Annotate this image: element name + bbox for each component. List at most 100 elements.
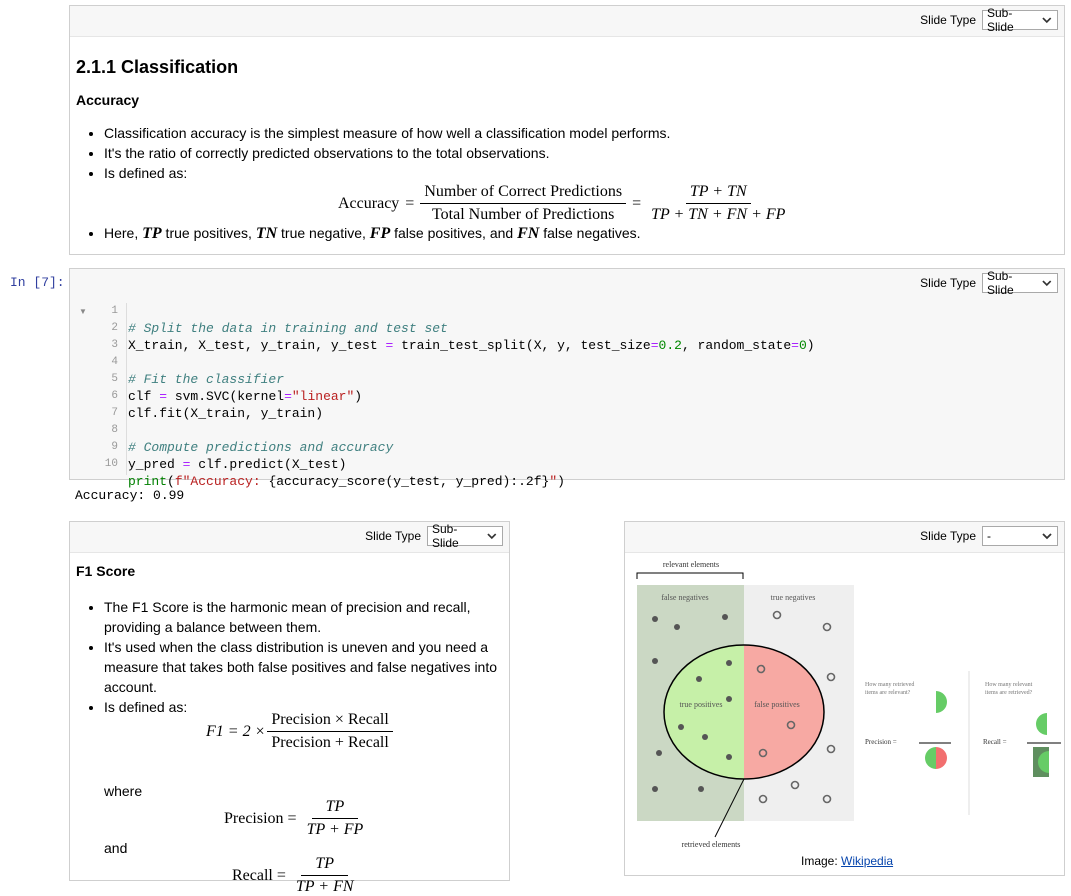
chevron-down-icon	[1042, 280, 1052, 287]
precision-label: Precision =	[865, 738, 897, 746]
chevron-down-icon	[1042, 533, 1052, 540]
slide-type-value: Sub-Slide	[432, 522, 459, 550]
list-item: It's the ratio of correctly predicted ob…	[104, 143, 670, 163]
chevron-down-icon	[487, 533, 497, 540]
line-number: 7	[111, 407, 118, 419]
precision-top-half	[936, 691, 947, 713]
image-caption: Image: Wikipedia	[801, 854, 893, 868]
fraction-denominator: Total Number of Predictions	[431, 206, 615, 223]
comment: # Compute predictions and accuracy	[128, 440, 394, 455]
code-line: # Split the data in training and test se…	[128, 320, 815, 337]
wikipedia-link[interactable]: Wikipedia	[841, 854, 893, 868]
slide-type-select[interactable]: -	[982, 526, 1058, 546]
false-negatives-label: false negatives	[661, 593, 708, 602]
recall-question-line1: How many relevant	[985, 682, 1033, 688]
slide-type-bar: Slide Type Sub-Slide	[365, 522, 503, 550]
text: Here,	[104, 225, 143, 241]
accuracy-formula: Accuracy = Number of Correct Predictions…	[338, 183, 789, 224]
precision-fraction: TP TP + FP	[303, 798, 368, 839]
text: false negatives.	[539, 225, 641, 241]
markdown-cell-f1[interactable]: Slide Type Sub-Slide F1 Score The F1 Sco…	[69, 521, 510, 895]
code-line: print(f"Accuracy: {accuracy_score(y_test…	[128, 473, 815, 490]
fraction-denominator: TP + FN	[295, 878, 354, 895]
true-positives-label: true positives	[680, 700, 723, 709]
definitions-bullet: Here, TP true positives, TN true negativ…	[70, 223, 641, 244]
slide-type-value: Sub-Slide	[987, 6, 1014, 34]
comment: # Split the data in training and test se…	[128, 321, 448, 336]
f1-lhs: F1 = 2 ×	[206, 722, 266, 740]
slide-type-bar: Slide Type Sub-Slide	[920, 6, 1058, 34]
line-number: 2	[111, 322, 118, 334]
comment: # Fit the classifier	[128, 372, 285, 387]
fraction-numerator: TP	[311, 798, 359, 819]
code-token: y_pred	[128, 457, 183, 472]
true-negatives-label: true negatives	[771, 593, 816, 602]
f1-formula: F1 = 2 × Precision × Recall Precision + …	[206, 711, 393, 752]
slide-type-label: Slide Type	[920, 13, 976, 27]
fold-arrow-icon[interactable]: ▼	[79, 307, 87, 316]
code-token: )	[354, 389, 363, 404]
list-item: Classification accuracy is the simplest …	[104, 123, 670, 143]
code-token: 0	[798, 338, 807, 353]
where-text: where	[104, 783, 143, 799]
formula-lhs: Accuracy	[338, 194, 400, 212]
code-line: clf = svm.SVC(kernel="linear")	[128, 388, 815, 405]
precision-formula: Precision = TP TP + FP	[224, 798, 367, 839]
line-number: 4	[111, 356, 118, 368]
precision-recall-diagram: relevant elements false negatives true n…	[636, 560, 1061, 849]
slide-type-select[interactable]: Sub-Slide	[982, 6, 1058, 34]
f1-fraction: Precision × Recall Precision + Recall	[267, 711, 393, 752]
equals-sign: =	[405, 194, 415, 212]
recall-label: Recall =	[983, 738, 1007, 746]
code-token: )	[806, 338, 815, 353]
code-token: clf.predict(X_test)	[190, 457, 347, 472]
code-token: )	[557, 474, 565, 489]
code-token: {accuracy_score(y_test, y_pred):.2f}	[268, 474, 550, 489]
code-token: clf.fit(X_train, y_train)	[128, 406, 324, 421]
code-token: svm.SVC(kernel	[167, 389, 285, 404]
math-tn: TN	[255, 225, 278, 242]
markdown-cell-classification[interactable]: Slide Type Sub-Slide 2.1.1 Classificatio…	[69, 5, 1065, 255]
cell-content: F1 Score The F1 Score is the harmonic me…	[70, 552, 509, 895]
image-cell[interactable]: Slide Type - relevant elements false neg…	[624, 521, 1065, 876]
line-number: 9	[111, 441, 118, 453]
formula-fraction-symbols: TP + TN TP + TN + FN + FP	[647, 183, 789, 224]
cell-content: 2.1.1 Classification Accuracy Classifica…	[70, 36, 1064, 254]
code-cell[interactable]: Slide Type Sub-Slide ▼ 1 2 3 4 5 6 7 8 9…	[69, 268, 1065, 489]
list-item: Here, TP true positives, TN true negativ…	[104, 223, 641, 244]
slide-type-label: Slide Type	[365, 529, 421, 543]
code-token: f"Accuracy:	[174, 474, 269, 489]
chevron-down-icon	[1042, 17, 1052, 24]
code-line: # Compute predictions and accuracy	[128, 439, 815, 456]
slide-type-select[interactable]: Sub-Slide	[427, 522, 503, 550]
line-number: 5	[111, 373, 118, 385]
line-number: 10	[104, 458, 118, 470]
list-item: Is defined as:	[104, 163, 670, 183]
code-token: train_test_split(X, y, test_size	[393, 338, 651, 353]
fraction-numerator: TP + TN	[685, 183, 751, 204]
slide-type-select[interactable]: Sub-Slide	[982, 269, 1058, 297]
code-token: clf	[128, 389, 160, 404]
subheading-accuracy: Accuracy	[76, 92, 140, 108]
code-token: =	[650, 338, 659, 353]
math-fn: FN	[517, 225, 540, 242]
code-token: , random_state	[681, 338, 792, 353]
retrieved-elements-label: retrieved elements	[682, 840, 741, 849]
cell-content: relevant elements false negatives true n…	[625, 552, 1064, 875]
slide-type-bar: Slide Type -	[920, 526, 1058, 546]
precision-bottom-red	[936, 747, 947, 769]
code-editor[interactable]: # Split the data in training and test se…	[128, 303, 815, 524]
line-number: 1	[111, 305, 118, 317]
recall-formula: Recall = TP TP + FN	[232, 855, 358, 896]
recall-lhs: Recall =	[232, 866, 286, 884]
line-number: 8	[111, 424, 118, 436]
relevant-bracket	[636, 572, 744, 579]
cell-output: Accuracy: 0.99	[75, 488, 185, 503]
line-number-gutter: 1 2 3 4 5 6 7 8 9 10	[96, 303, 127, 475]
math-fp: FP	[369, 225, 391, 242]
formula-fraction-words: Number of Correct Predictions Total Numb…	[420, 183, 627, 224]
text: false positives, and	[390, 225, 518, 241]
fraction-denominator: Precision + Recall	[271, 734, 389, 751]
accuracy-bullets: Classification accuracy is the simplest …	[70, 123, 670, 183]
